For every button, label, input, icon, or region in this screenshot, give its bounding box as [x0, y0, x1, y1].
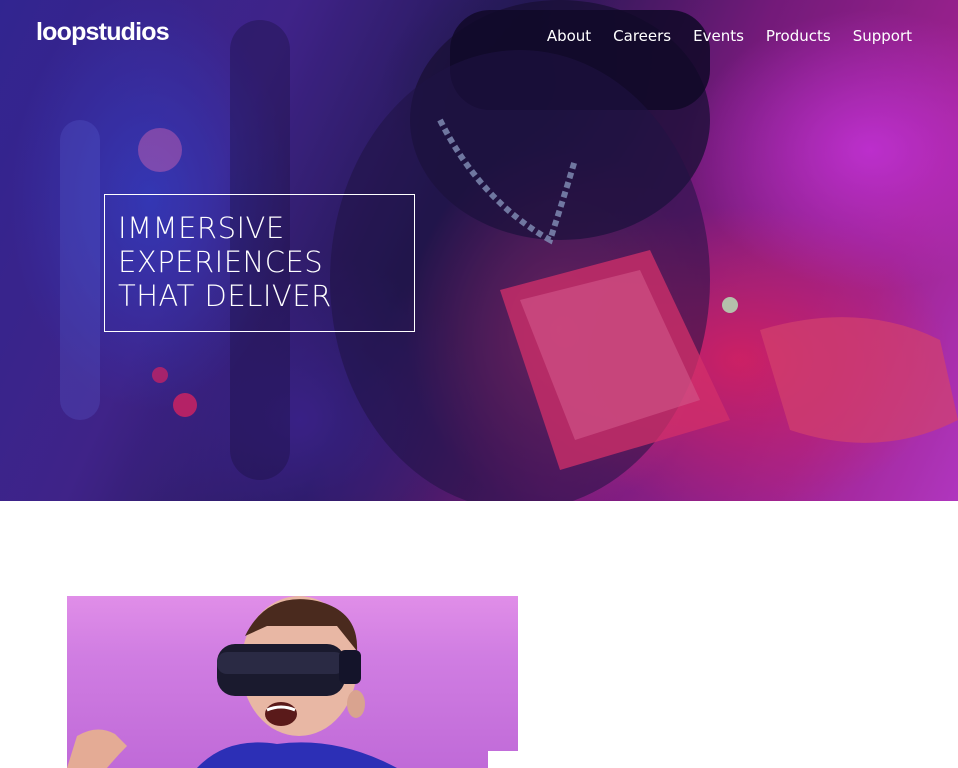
nav-link-careers[interactable]: Careers — [613, 26, 671, 46]
nav-link-products[interactable]: Products — [766, 26, 831, 46]
nav-link-events[interactable]: Events — [693, 26, 744, 46]
brand-logo[interactable]: loopstudios — [36, 18, 170, 47]
main-nav: About Careers Events Products Support — [547, 26, 912, 46]
intro-card — [488, 751, 888, 768]
hero-title-line: THAT DELIVER — [118, 279, 332, 313]
hero-title: IMMERSIVE EXPERIENCES THAT DELIVER — [118, 211, 402, 313]
vr-user-photo — [67, 596, 397, 768]
hero-title-box: IMMERSIVE EXPERIENCES THAT DELIVER — [104, 194, 415, 332]
nav-link-about[interactable]: About — [547, 26, 591, 46]
hero-title-line: EXPERIENCES — [118, 245, 324, 279]
hero-title-line: IMMERSIVE — [118, 211, 285, 245]
interactive-vr-image — [67, 596, 518, 768]
nav-link-support[interactable]: Support — [853, 26, 912, 46]
